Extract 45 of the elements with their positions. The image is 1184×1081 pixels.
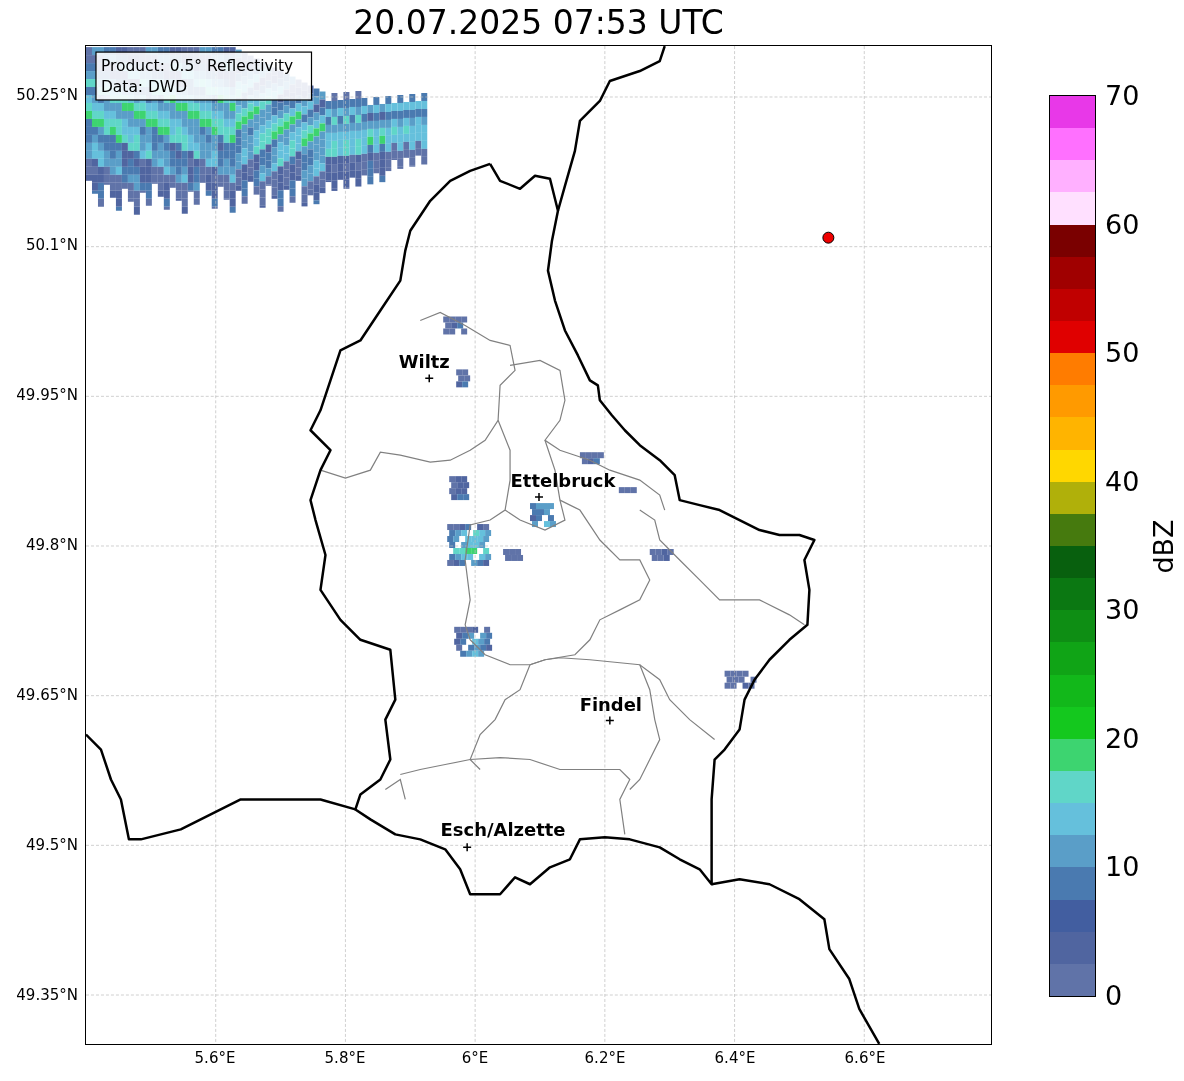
colorbar-tick-label: 10: [1105, 853, 1140, 881]
radar-echo: [447, 524, 492, 566]
radar-site-marker: [822, 231, 835, 244]
info-text: Data: DWD: [100, 78, 188, 96]
axis-tick-label: 6.4°E: [714, 1051, 756, 1066]
city-label: Ettelbruck: [510, 470, 616, 492]
axis-tick-label: 6.6°E: [844, 1051, 886, 1066]
colorbar-tick-label: 50: [1105, 339, 1140, 367]
colorbar-tick-label: 0: [1105, 982, 1123, 1009]
axis-tick-label: 49.8°N: [25, 538, 78, 553]
colorbar-tick-label: 60: [1105, 210, 1140, 238]
axis-tick-label: 6.2°E: [584, 1051, 626, 1066]
axis-tick-label: 50.1°N: [25, 238, 78, 253]
radar-echo: [724, 670, 757, 689]
radar-echo: [649, 549, 674, 561]
radar-echo: [579, 452, 604, 465]
radar-echo: [454, 626, 493, 657]
colorbar-tick-label: 30: [1105, 596, 1140, 624]
radar-echo: [530, 503, 556, 528]
axis-tick-label: 49.95°N: [16, 388, 78, 403]
info-text: Product: 0.5° Reflectivity: [100, 57, 294, 76]
city-marker-icon: [605, 715, 615, 726]
axis-tick-label: 6°E: [461, 1051, 489, 1066]
city-label: Findel: [579, 693, 643, 715]
colorbar-tick-label: 70: [1105, 82, 1140, 109]
map-title: 20.07.2025 07:53 UTC: [353, 6, 724, 39]
radar-echo: [456, 369, 471, 388]
city-label: Esch/Alzette: [440, 819, 566, 841]
radar-echo: [618, 487, 637, 494]
city-marker-icon: [462, 842, 472, 853]
axis-tick-label: 50.25°N: [16, 88, 78, 103]
radar-echo: [443, 316, 468, 335]
city-label: Wiltz: [398, 351, 450, 373]
axis-tick-label: 5.8°E: [324, 1051, 366, 1066]
colorbar-tick-label: 20: [1105, 724, 1140, 752]
city-marker-icon: [424, 373, 434, 384]
axis-tick-label: 49.35°N: [16, 988, 78, 1003]
colorbar-tick-label: 40: [1105, 467, 1140, 495]
radar-echo: [449, 476, 470, 501]
axis-tick-label: 49.5°N: [25, 838, 78, 853]
radar-echo: [503, 549, 524, 561]
city-marker-icon: [534, 492, 544, 502]
colorbar-label: dBZ: [1149, 518, 1177, 574]
axis-tick-label: 5.6°E: [194, 1051, 236, 1066]
axis-tick-label: 49.65°N: [16, 688, 78, 703]
